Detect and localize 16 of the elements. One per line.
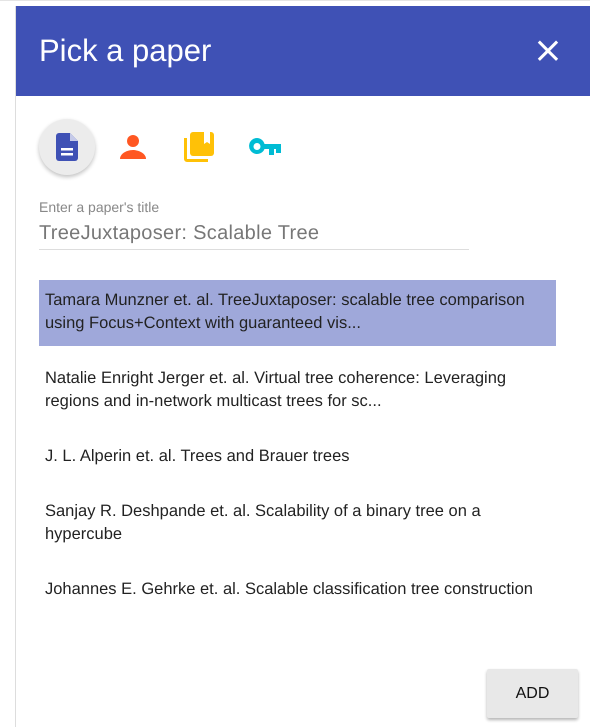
paper-result-item[interactable]: Natalie Enright Jerger et. al. Virtual tree coherence: Leveraging regions and in-network multicast trees for sc... bbox=[39, 358, 556, 424]
paper-result-item[interactable]: Tamara Munzner et. al. TreeJuxtaposer: scalable tree comparison using Focus+Context with guaranteed vis... bbox=[39, 280, 556, 346]
key-icon bbox=[249, 138, 281, 156]
title-input-field[interactable]: Enter a paper's title TreeJuxtaposer: Scalable Tree bbox=[39, 199, 469, 250]
paper-result-item[interactable]: Sanjay R. Deshpande et. al. Scalability of a binary tree on a hypercube bbox=[39, 491, 556, 557]
library-icon bbox=[184, 132, 214, 162]
person-icon bbox=[120, 135, 146, 159]
document-icon bbox=[56, 133, 78, 161]
close-button[interactable]: × bbox=[528, 33, 567, 69]
field-label: Enter a paper's title bbox=[39, 199, 160, 215]
field-value: TreeJuxtaposer: Scalable Tree bbox=[39, 222, 320, 245]
document-tab[interactable] bbox=[39, 119, 95, 175]
add-button[interactable]: ADD bbox=[487, 669, 578, 718]
dialog-title: Pick a paper bbox=[39, 33, 212, 69]
paper-result-item[interactable]: Johannes E. Gehrke et. al. Scalable classification tree construction bbox=[39, 569, 556, 612]
paper-result-item[interactable]: J. L. Alperin et. al. Trees and Brauer trees bbox=[39, 436, 556, 479]
